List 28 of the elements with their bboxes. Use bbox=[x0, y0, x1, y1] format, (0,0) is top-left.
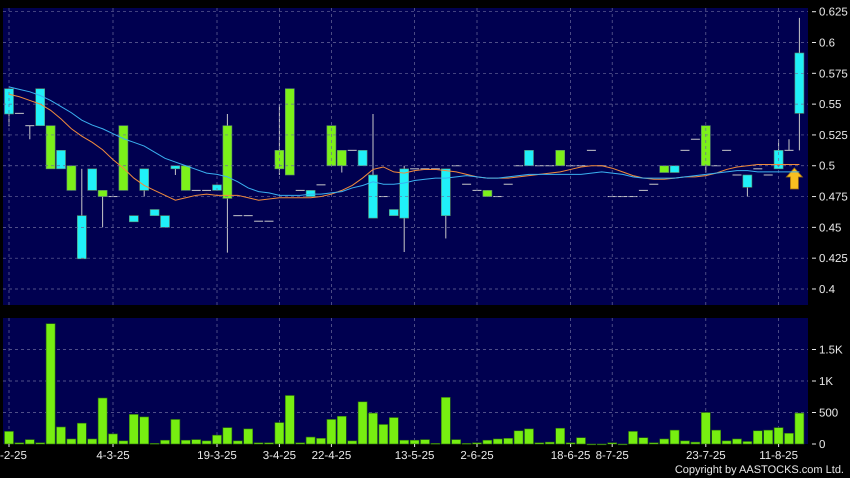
axis-label: 0.475 bbox=[819, 192, 848, 204]
axis-label: 0.6 bbox=[819, 38, 835, 50]
date-label: 8-7-25 bbox=[596, 450, 629, 462]
axis-label: 0.45 bbox=[819, 222, 842, 234]
axis-label: 500 bbox=[819, 408, 838, 420]
axis-label: 0.525 bbox=[819, 130, 848, 142]
date-label: 13-5-25 bbox=[394, 450, 434, 462]
date-label: 3-4-25 bbox=[262, 450, 296, 462]
date-label: 18-6-25 bbox=[550, 450, 590, 462]
axis-label: 1.5K bbox=[819, 344, 843, 356]
date-label: 11-8-25 bbox=[759, 450, 798, 462]
date-label: 2-6-25 bbox=[460, 450, 494, 462]
axis-label: 0.55 bbox=[819, 99, 842, 112]
copyright-text: Copyright by AASTOCKS.com Ltd. bbox=[674, 464, 844, 476]
date-label: 22-4-25 bbox=[312, 450, 352, 462]
date-label: -2-25 bbox=[0, 450, 27, 462]
axis-label: 0.575 bbox=[819, 68, 848, 80]
axis-label: 1K bbox=[819, 376, 834, 388]
axis-label: 0.425 bbox=[819, 253, 848, 266]
axis-label: 0.5 bbox=[819, 160, 835, 173]
axis-label: 0.4 bbox=[819, 284, 835, 296]
date-label: 4-3-25 bbox=[96, 450, 130, 462]
up-arrow-icon bbox=[786, 167, 804, 190]
date-label: 19-3-25 bbox=[197, 450, 237, 462]
axis-label: 0 bbox=[819, 439, 826, 451]
date-label: 23-7-25 bbox=[686, 450, 726, 462]
volume-bar bbox=[763, 430, 773, 444]
axis-label: 0.625 bbox=[819, 6, 848, 19]
